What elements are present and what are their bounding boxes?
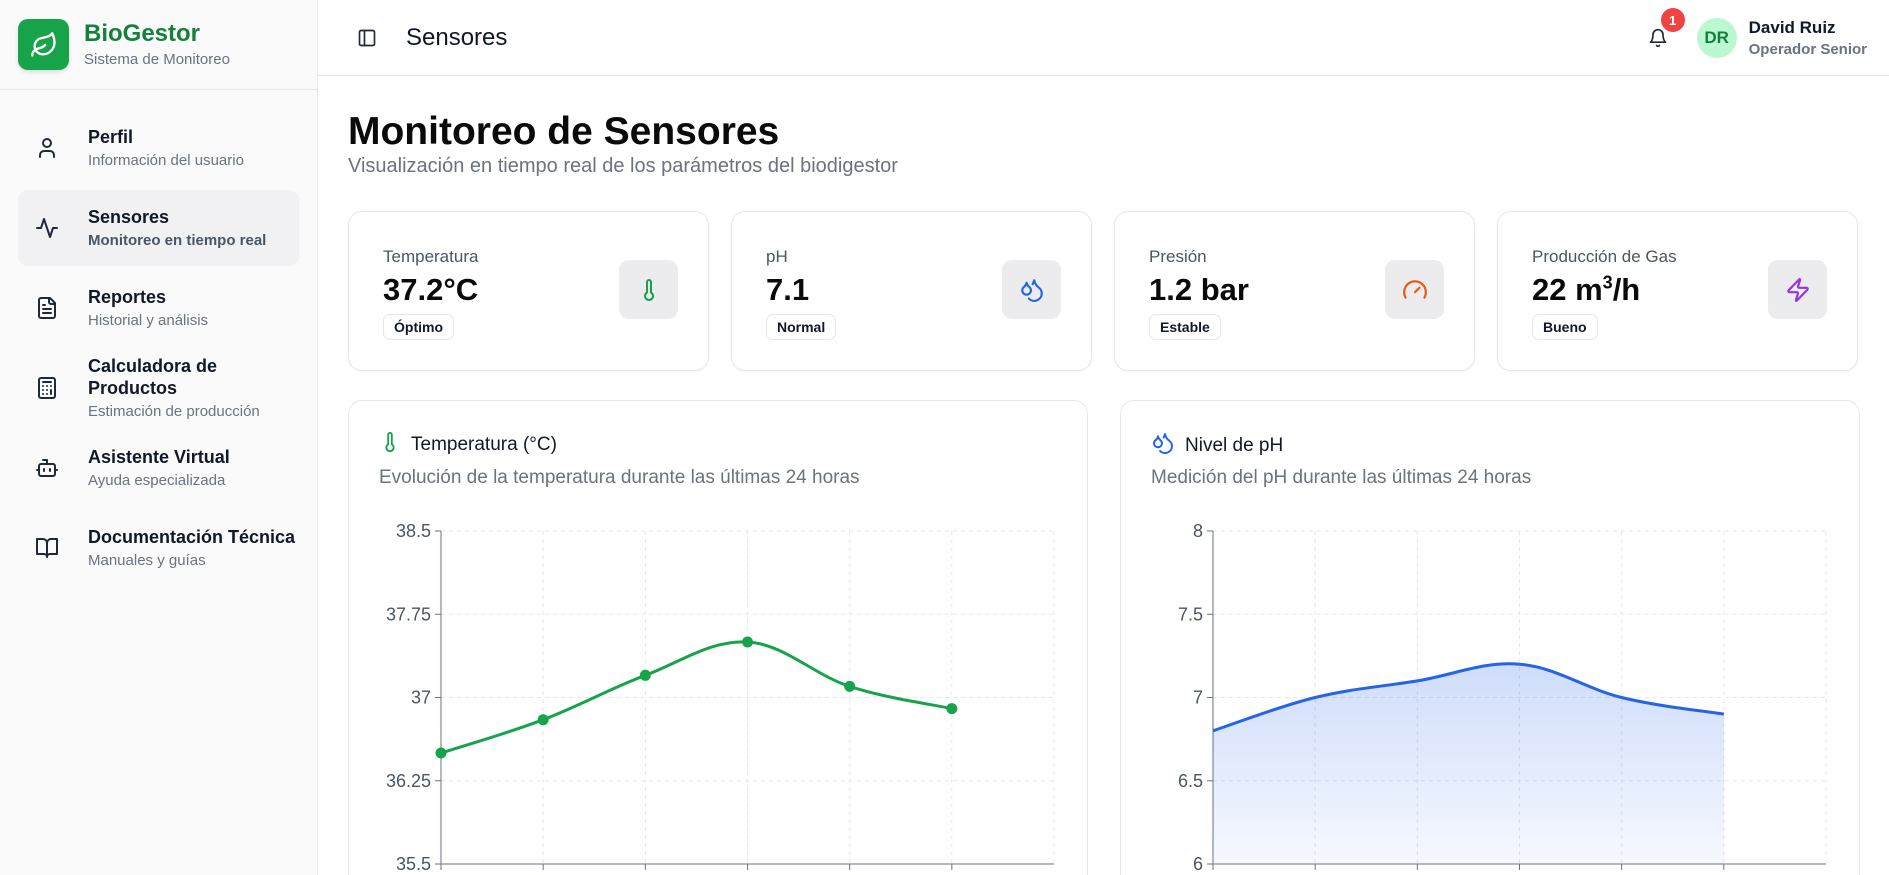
gauge-icon xyxy=(1385,260,1444,319)
sidebar-item-calculadora[interactable]: Calculadora de Productos Estimación de p… xyxy=(18,350,299,426)
user-icon xyxy=(32,133,62,163)
panel-left-icon xyxy=(358,29,376,46)
card-value: 7.1 xyxy=(766,272,810,307)
sidebar-item-label: Reportes xyxy=(88,287,167,308)
book-icon xyxy=(32,533,62,563)
sidebar-item-desc: Historial y análisis xyxy=(88,311,209,329)
sidebar-item-desc: Manuales y guías xyxy=(88,551,206,569)
sidebar-item-label: Sensores xyxy=(88,207,170,228)
data-point[interactable] xyxy=(742,636,753,648)
file-text-icon xyxy=(32,293,62,323)
top-header: Sensores 1 DR David Ruiz Operador Senior xyxy=(318,0,1889,76)
card-label: pH xyxy=(766,247,788,266)
data-point[interactable] xyxy=(946,703,958,715)
sensor-card-temperatura: Temperatura 37.2°C Óptimo xyxy=(348,211,709,371)
card-value: 1.2 bar xyxy=(1149,272,1249,307)
chart-subtitle: Evolución de la temperatura durante las … xyxy=(379,467,860,488)
header-title: Sensores xyxy=(406,23,508,51)
sidebar-item-reportes[interactable]: Reportes Historial y análisis xyxy=(18,270,299,346)
data-point[interactable] xyxy=(639,669,651,681)
activity-icon xyxy=(32,213,62,243)
ph-chart-card: 66.577.5800:0004:0008:0012:0016:0020:00 … xyxy=(1120,400,1860,875)
status-badge: Bueno xyxy=(1532,314,1598,340)
sidebar-item-desc: Monitoreo en tiempo real xyxy=(88,231,267,249)
chart-title: Nivel de pH xyxy=(1185,434,1284,456)
sensor-card-gas: Producción de Gas 22 m3/h Bueno xyxy=(1497,211,1858,371)
status-badge: Normal xyxy=(766,314,837,340)
card-value-tail: /h xyxy=(1612,272,1641,307)
sidebar-nav: Perfil Información del usuario Sensores … xyxy=(0,90,317,586)
status-badge: Óptimo xyxy=(383,314,454,340)
charts-section: 35.536.253737.7538.500:0004:0008:0012:00… xyxy=(348,400,1860,875)
leaf-icon[interactable] xyxy=(18,19,69,70)
sidebar-toggle-button[interactable] xyxy=(354,25,380,51)
user-name: David Ruiz xyxy=(1748,18,1836,37)
sidebar-item-label: Documentación Técnica xyxy=(88,527,296,548)
card-value: 37.2°C xyxy=(383,272,479,307)
data-point[interactable] xyxy=(537,714,549,726)
sidebar-item-desc: Información del usuario xyxy=(88,151,244,169)
data-point[interactable] xyxy=(844,680,856,692)
card-label: Producción de Gas xyxy=(1532,247,1677,266)
notification-badge: 1 xyxy=(1660,8,1685,32)
brand: BioGestor Sistema de Monitoreo xyxy=(0,0,317,90)
card-label: Temperatura xyxy=(383,247,479,266)
y-tick-label: 8 xyxy=(1193,521,1203,541)
calculator-icon xyxy=(32,373,62,403)
y-tick-label: 7.5 xyxy=(1178,604,1203,624)
sidebar-item-sensores[interactable]: Sensores Monitoreo en tiempo real xyxy=(18,190,299,266)
card-value-main: 22 m xyxy=(1532,272,1603,307)
card-value-sup: 3 xyxy=(1602,272,1613,293)
sensor-cards: Temperatura 37.2°C Óptimo pH 7.1 Normal … xyxy=(348,211,1860,371)
y-tick-label: 38.5 xyxy=(396,521,431,541)
page-title: Monitoreo de Sensores xyxy=(348,110,780,153)
avatar[interactable]: DR xyxy=(1696,18,1737,58)
sidebar: BioGestor Sistema de Monitoreo Perfil In… xyxy=(0,0,318,875)
temperature-chart-card: 35.536.253737.7538.500:0004:0008:0012:00… xyxy=(348,400,1088,875)
droplets-icon xyxy=(1002,260,1061,319)
chart-subtitle: Medición del pH durante las últimas 24 h… xyxy=(1151,467,1532,488)
sidebar-item-documentacion[interactable]: Documentación Técnica Manuales y guías xyxy=(18,510,299,586)
y-tick-label: 37.75 xyxy=(386,604,431,624)
brand-name: BioGestor xyxy=(84,19,201,47)
y-tick-label: 6 xyxy=(1193,854,1203,874)
card-value: 22 m3/h xyxy=(1532,272,1640,308)
sidebar-item-perfil[interactable]: Perfil Información del usuario xyxy=(18,110,299,186)
sidebar-item-label: Asistente Virtual xyxy=(88,447,230,468)
y-tick-label: 6.5 xyxy=(1178,771,1203,791)
y-tick-label: 35.5 xyxy=(396,854,431,874)
status-badge: Estable xyxy=(1149,314,1221,340)
card-label: Presión xyxy=(1149,247,1207,266)
brand-subtitle: Sistema de Monitoreo xyxy=(84,51,230,69)
series-area xyxy=(1213,663,1724,864)
user-role: Operador Senior xyxy=(1748,41,1867,58)
y-tick-label: 37 xyxy=(411,688,431,708)
chart-title: Temperatura (°C) xyxy=(411,433,557,455)
sensor-card-ph: pH 7.1 Normal xyxy=(731,211,1092,371)
sensor-card-presion: Presión 1.2 bar Estable xyxy=(1114,211,1475,371)
y-tick-label: 36.25 xyxy=(386,771,431,791)
bot-icon xyxy=(32,453,62,483)
thermometer-icon xyxy=(619,260,678,319)
sidebar-item-desc: Ayuda especializada xyxy=(88,471,226,489)
notifications-button[interactable]: 1 xyxy=(1643,8,1685,53)
sidebar-item-desc: Estimación de producción xyxy=(88,402,260,420)
main-content: Monitoreo de Sensores Visualización en t… xyxy=(348,76,1860,875)
sidebar-item-label: Perfil xyxy=(88,127,134,148)
sidebar-item-asistente[interactable]: Asistente Virtual Ayuda especializada xyxy=(18,430,299,506)
droplets-icon xyxy=(1151,431,1175,460)
data-point[interactable] xyxy=(435,747,447,759)
page-subtitle: Visualización en tiempo real de los pará… xyxy=(348,155,898,177)
thermometer-icon xyxy=(379,431,401,458)
bell-icon xyxy=(1649,28,1666,48)
zap-icon xyxy=(1768,260,1827,319)
y-tick-label: 7 xyxy=(1193,688,1203,708)
sidebar-item-label: Calculadora de Productos xyxy=(88,356,218,398)
